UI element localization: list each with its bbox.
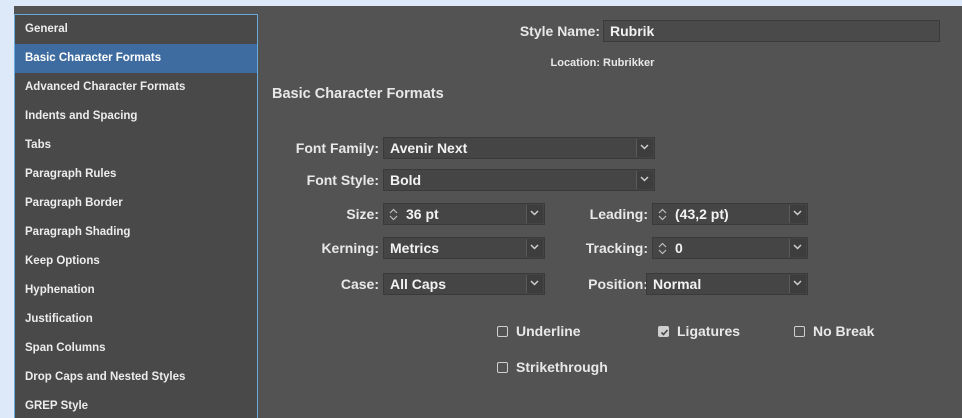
sidebar-item-justification[interactable]: Justification	[15, 305, 257, 334]
sidebar-item-indents-and-spacing[interactable]: Indents and Spacing	[15, 102, 257, 131]
sidebar-item-hyphenation[interactable]: Hyphenation	[15, 276, 257, 305]
sidebar-item-keep-options[interactable]: Keep Options	[15, 247, 257, 276]
sidebar-item-paragraph-border[interactable]: Paragraph Border	[15, 189, 257, 218]
ligatures-checkbox[interactable]: Ligatures	[658, 323, 740, 339]
underline-checkbox[interactable]: Underline	[497, 323, 581, 339]
section-title: Basic Character Formats	[272, 86, 444, 102]
font-style-dropdown[interactable]: Bold	[383, 169, 655, 191]
position-dropdown[interactable]: Normal	[646, 273, 808, 295]
sidebar-item-drop-caps-and-nested-styles[interactable]: Drop Caps and Nested Styles	[15, 363, 257, 392]
sidebar-item-paragraph-shading[interactable]: Paragraph Shading	[15, 218, 257, 247]
sidebar-item-basic-character-formats[interactable]: Basic Character Formats	[15, 44, 257, 73]
chevron-down-icon[interactable]	[526, 239, 543, 257]
location-value: Rubrikker	[603, 57, 655, 69]
tracking-combo[interactable]: 0	[652, 237, 808, 259]
checkbox-box[interactable]	[658, 326, 669, 337]
ligatures-label: Ligatures	[677, 323, 741, 339]
strikethrough-label: Strikethrough	[516, 359, 608, 375]
chevron-down-icon[interactable]	[789, 239, 806, 257]
sidebar-item-tabs[interactable]: Tabs	[15, 131, 257, 160]
sidebar-item-advanced-character-formats[interactable]: Advanced Character Formats	[15, 73, 257, 102]
spinner-icon[interactable]	[657, 208, 668, 221]
sidebar-item-span-columns[interactable]: Span Columns	[15, 334, 257, 363]
position-label: Position:	[588, 276, 648, 292]
checkmark-icon	[660, 329, 669, 336]
checkbox-box[interactable]	[497, 362, 508, 373]
chevron-down-icon[interactable]	[526, 205, 543, 223]
size-combo[interactable]: 36 pt	[383, 203, 545, 225]
chevron-down-icon[interactable]	[526, 275, 543, 293]
case-label: Case:	[340, 276, 379, 292]
tracking-label: Tracking:	[585, 240, 648, 256]
kerning-dropdown[interactable]: Metrics	[383, 237, 545, 259]
font-style-label: Font Style:	[306, 172, 379, 188]
strikethrough-checkbox[interactable]: Strikethrough	[497, 359, 608, 375]
font-family-label: Font Family:	[295, 140, 379, 156]
no-break-label: No Break	[813, 323, 875, 339]
leading-combo[interactable]: (43,2 pt)	[652, 203, 808, 225]
size-label: Size:	[346, 206, 379, 222]
chevron-down-icon[interactable]	[636, 171, 653, 189]
category-sidebar: General Basic Character Formats Advanced…	[14, 14, 258, 418]
spinner-icon[interactable]	[657, 242, 668, 255]
checkbox-box[interactable]	[794, 326, 805, 337]
font-family-dropdown[interactable]: Avenir Next	[383, 137, 655, 159]
spinner-icon[interactable]	[388, 208, 399, 221]
chevron-down-icon[interactable]	[789, 205, 806, 223]
checkbox-box[interactable]	[497, 326, 508, 337]
chevron-down-icon[interactable]	[789, 275, 806, 293]
sidebar-item-paragraph-rules[interactable]: Paragraph Rules	[15, 160, 257, 189]
underline-label: Underline	[516, 323, 581, 339]
style-name-input[interactable]: Rubrik	[603, 20, 940, 42]
sidebar-item-general[interactable]: General	[15, 15, 257, 44]
leading-label: Leading:	[589, 206, 648, 222]
kerning-label: Kerning:	[321, 240, 379, 256]
sidebar-item-grep-style[interactable]: GREP Style	[15, 392, 257, 418]
case-dropdown[interactable]: All Caps	[383, 273, 545, 295]
location-label: Location:	[550, 57, 601, 69]
chevron-down-icon[interactable]	[636, 139, 653, 157]
style-name-label: Style Name:	[519, 23, 600, 39]
no-break-checkbox[interactable]: No Break	[794, 323, 874, 339]
